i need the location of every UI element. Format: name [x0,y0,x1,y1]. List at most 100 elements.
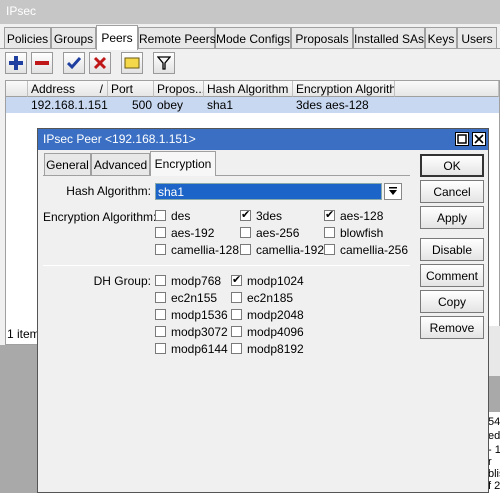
tab-encryption[interactable]: Encryption [150,151,216,176]
checkbox-modp768-label: modp768 [171,274,222,288]
tab-policies[interactable]: Policies [4,27,51,49]
dropdown-button[interactable] [384,183,402,200]
cell-hash: sha1 [207,98,234,112]
column-encryption-algorithm[interactable]: Encryption Algorithm [293,81,395,97]
checkbox-ec2n155-label: ec2n155 [171,291,218,305]
table-row[interactable]: 192.168.1.151 500 obey sha1 3des aes-128 [6,97,499,113]
fragment-text: f 2fp [488,480,500,492]
checkbox-ec2n185[interactable] [231,292,242,303]
checkbox-des[interactable] [155,210,166,221]
ok-button[interactable]: OK [420,154,484,177]
copy-button[interactable]: Copy [420,290,484,313]
checkbox-modp1024-label: modp1024 [247,274,304,288]
checkbox-modp6144[interactable] [155,343,166,354]
item-count: 1 item [7,327,40,341]
maximize-icon [457,134,467,144]
checkbox-aes-256-label: aes-256 [256,226,300,240]
tab-keys[interactable]: Keys [425,27,457,49]
checkbox-modp8192[interactable] [231,343,242,354]
dialog-title-bar[interactable]: IPsec Peer <192.168.1.151> [38,129,488,150]
cell-encryption: 3des aes-128 [296,98,369,112]
tab-mode-configs[interactable]: Mode Configs [215,27,291,49]
column-hash-algorithm[interactable]: Hash Algorithm [204,81,293,97]
minus-icon [35,61,49,65]
checkbox-modp2048-label: modp2048 [247,308,304,322]
plus-icon [9,56,23,70]
fragment-text: blis [488,468,500,480]
tab-divider [0,48,500,49]
note-icon [124,57,140,69]
enable-button[interactable] [63,52,85,74]
checkbox-camellia-128[interactable] [155,244,166,255]
disable-button[interactable]: Disable [420,238,484,261]
tab-general[interactable]: General [44,153,91,175]
tab-remote-peers[interactable]: Remote Peers [138,27,216,49]
column-address[interactable]: Address / [28,81,108,97]
checkbox-modp1536-label: modp1536 [171,308,228,322]
column-marker [6,81,28,97]
checkbox-aes-256[interactable] [240,227,251,238]
checkbox-modp4096-label: modp4096 [247,325,304,339]
hash-algorithm-label: Hash Algorithm: [66,184,151,198]
maximize-button[interactable] [455,132,469,146]
checkbox-camellia-256[interactable] [324,244,335,255]
main-tab-bar: Policies Groups Peers Remote Peers Mode … [0,25,500,50]
checkbox-ec2n185-label: ec2n185 [247,291,294,305]
checkbox-camellia-192-label: camellia-192 [256,243,325,257]
disable-button[interactable] [89,52,111,74]
filter-button[interactable] [153,52,175,74]
checkbox-modp1536[interactable] [155,309,166,320]
checkbox-aes-192[interactable] [155,227,166,238]
checkbox-camellia-128-label: camellia-128 [171,243,240,257]
tab-users[interactable]: Users [457,27,497,49]
remove-button[interactable]: Remove [420,316,484,339]
checkbox-des-label: des [171,209,191,223]
checkbox-aes-128-label: aes-128 [340,209,384,223]
fragment-text: ed [488,430,500,442]
hash-algorithm-select[interactable]: sha1 [155,183,382,200]
remove-button[interactable] [31,52,53,74]
tab-peers[interactable]: Peers [96,25,138,50]
section-separator [43,265,410,266]
sort-indicator: / [99,82,103,96]
column-proposal[interactable]: Propos... [154,81,204,97]
close-icon [474,134,484,144]
cross-icon [93,56,107,70]
tab-groups[interactable]: Groups [51,27,96,49]
apply-button[interactable]: Apply [420,206,484,229]
checkbox-modp3072[interactable] [155,326,166,337]
cancel-button[interactable]: Cancel [420,180,484,203]
comment-button[interactable] [121,52,143,74]
window-title: IPsec [0,0,500,24]
checkbox-modp1024[interactable] [231,273,242,286]
checkbox-blowfish[interactable] [324,227,335,238]
tab-advanced[interactable]: Advanced [91,153,150,175]
dh-group-label: DH Group: [93,274,151,288]
checkbox-modp4096[interactable] [231,326,242,337]
cell-proposal: obey [157,98,184,112]
chevron-down-icon [389,186,397,195]
close-button[interactable] [472,132,486,146]
checkbox-3des-label: 3des [256,209,283,223]
checkbox-aes-192-label: aes-192 [171,226,215,240]
checkbox-3des[interactable] [240,208,251,221]
checkbox-modp768[interactable] [155,275,166,286]
checkbox-camellia-192[interactable] [240,244,251,255]
add-button[interactable] [5,52,27,74]
tab-installed-sas[interactable]: Installed SAs [353,27,425,49]
checkbox-modp6144-label: modp6144 [171,342,228,356]
checkbox-aes-128[interactable] [324,208,335,221]
comment-button[interactable]: Comment [420,264,484,287]
checkbox-camellia-256-label: camellia-256 [340,243,409,257]
checkbox-ec2n155[interactable] [155,292,166,303]
filter-icon [157,56,171,70]
cell-port: 500 [131,98,152,112]
checkbox-modp8192-label: modp8192 [247,342,304,356]
ipsec-peer-dialog: IPsec Peer <192.168.1.151> General Advan… [37,128,489,493]
dialog-tab-divider [43,175,410,176]
column-port[interactable]: Port [108,81,154,97]
cell-address: 192.168.1.151 [31,98,108,112]
tab-proposals[interactable]: Proposals [291,27,353,49]
checkbox-modp2048[interactable] [231,309,242,320]
dialog-title: IPsec Peer <192.168.1.151> [43,132,196,146]
